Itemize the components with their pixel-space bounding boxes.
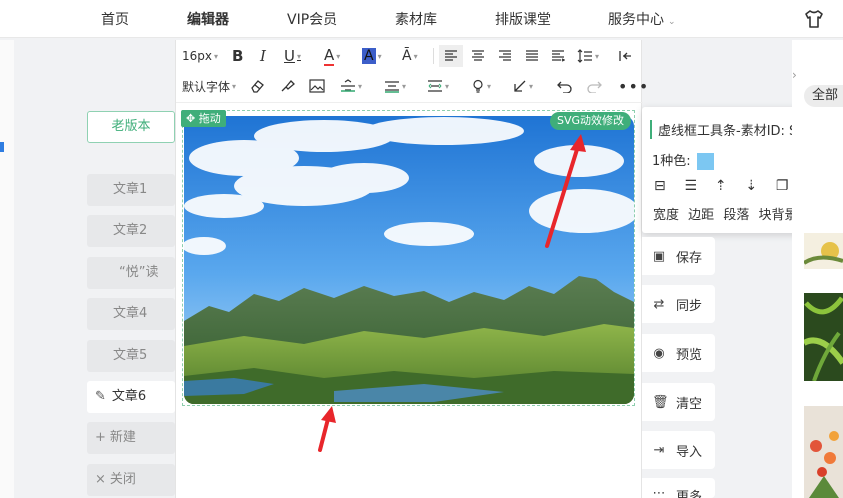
nav-editor[interactable]: 编辑器 — [187, 9, 229, 29]
margin-icon[interactable]: ☰ — [684, 178, 710, 194]
filter-all-tab[interactable]: 全部 — [804, 85, 843, 107]
close-article-button[interactable]: × 关闭 — [87, 464, 175, 496]
plus-icon: + — [95, 430, 106, 445]
nav-service-label: 服务中心 — [608, 12, 664, 28]
current-article-label: 文章6 — [111, 389, 147, 404]
save-label: 保存 — [676, 250, 703, 266]
chevron-down-icon: ⌄ — [668, 17, 676, 27]
save-button[interactable]: ▣ 保存 — [642, 237, 715, 275]
trash-icon: 🗑 — [652, 394, 669, 410]
article-item[interactable]: 文章2 — [87, 215, 175, 247]
article-item[interactable]: “悦”读 — [87, 257, 175, 289]
save-icon: ▣ — [652, 248, 666, 264]
sync-icon: ⇄ — [653, 296, 665, 312]
paragraph-up-icon[interactable]: ⇡ — [715, 178, 741, 194]
edge-marker-icon — [0, 142, 4, 152]
import-label: 导入 — [676, 444, 703, 460]
article-item[interactable]: 文章5 — [87, 340, 175, 372]
clear-button[interactable]: 🗑 清空 — [642, 383, 715, 421]
nav-materials[interactable]: 素材库 — [395, 9, 437, 29]
more-icon: ⋯ — [652, 486, 666, 498]
import-button[interactable]: ⇥ 导入 — [642, 431, 715, 469]
width-label[interactable]: 宽度 — [653, 208, 679, 223]
article-item-current[interactable]: ✎ 文章6 — [87, 381, 175, 413]
annotation-arrows — [318, 134, 586, 452]
paragraph-label[interactable]: 段落 — [723, 208, 749, 223]
material-thumbnail[interactable] — [804, 233, 843, 269]
editor-panel: 16px ▾ B I U ▾ A ▾ A ▾ Ā ▾ ▾ 默认字体 ▾ ▾ ▾ … — [175, 40, 648, 498]
nav-vip[interactable]: VIP会员 — [287, 9, 337, 29]
color-count-label: 1种色: — [652, 154, 691, 169]
close-icon: × — [95, 472, 106, 487]
top-nav: 首页 编辑器 VIP会员 素材库 排版课堂 服务中心 ⌄ — [0, 0, 843, 38]
old-version-button[interactable]: 老版本 — [87, 111, 175, 143]
article-item[interactable]: 文章1 — [87, 174, 175, 206]
nav-service-center[interactable]: 服务中心 ⌄ — [608, 9, 676, 29]
color-swatch[interactable] — [696, 153, 714, 170]
preview-label: 预览 — [676, 347, 703, 363]
sync-button[interactable]: ⇄ 同步 — [642, 285, 715, 323]
close-label: 关闭 — [109, 472, 136, 487]
width-icon[interactable]: ⊟ — [654, 178, 680, 194]
nav-courses[interactable]: 排版课堂 — [495, 9, 551, 29]
color-count: 1种色: — [652, 150, 714, 170]
eye-icon: ◉ — [653, 345, 665, 361]
clear-label: 清空 — [676, 396, 703, 412]
material-thumbnail[interactable] — [804, 293, 843, 381]
more-label: 更多 — [676, 490, 703, 498]
left-edge-strip — [0, 40, 14, 498]
shirt-icon[interactable] — [803, 8, 825, 30]
sync-label: 同步 — [676, 298, 703, 314]
paragraph-down-icon[interactable]: ⇣ — [745, 178, 771, 194]
import-icon: ⇥ — [653, 442, 665, 458]
preview-button[interactable]: ◉ 预览 — [642, 334, 715, 372]
more-button[interactable]: ⋯ 更多 — [642, 478, 715, 498]
margin-label[interactable]: 边距 — [688, 208, 714, 223]
edit-icon: ✎ — [95, 389, 106, 404]
material-panel: › 全部 — [792, 40, 843, 498]
material-thumbnail[interactable] — [804, 406, 843, 498]
article-item[interactable]: 文章4 — [87, 298, 175, 330]
nav-home[interactable]: 首页 — [101, 9, 129, 29]
chevron-right-icon[interactable]: › — [792, 68, 797, 82]
new-label: 新建 — [109, 430, 136, 445]
new-article-button[interactable]: + 新建 — [87, 422, 175, 454]
